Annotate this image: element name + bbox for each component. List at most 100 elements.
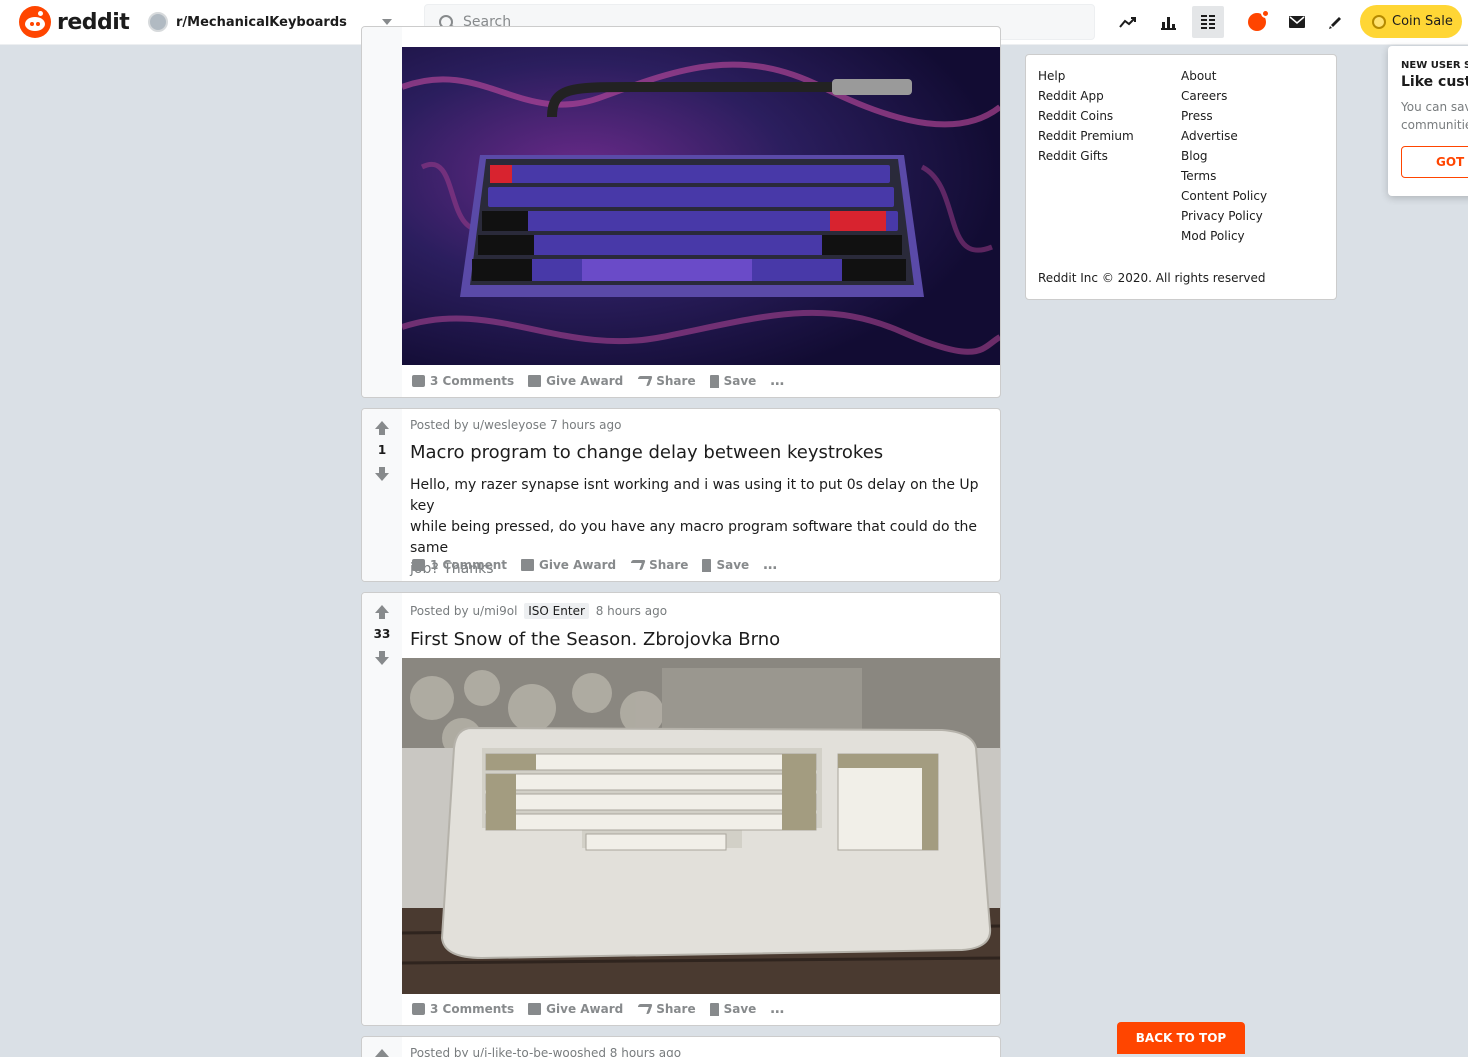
share-icon (635, 376, 654, 386)
popover-body-line: You can save (1401, 100, 1468, 114)
footer-link[interactable]: About (1181, 69, 1267, 83)
mail-icon[interactable] (1281, 6, 1313, 38)
save-label: Save (716, 558, 750, 572)
share-button[interactable]: Share (635, 1000, 697, 1018)
footer-link[interactable]: Advertise (1181, 129, 1267, 143)
footer-link[interactable]: Mod Policy (1181, 229, 1267, 243)
popover-body-line: communities (1401, 118, 1468, 132)
chat-icon[interactable] (1241, 6, 1273, 38)
post-meta: Posted by u/wesleyose 7 hours ago (410, 418, 622, 432)
award-label: Give Award (546, 374, 624, 388)
listing-view-icon[interactable] (1192, 6, 1224, 38)
back-to-top-button[interactable]: BACK TO TOP (1117, 1022, 1245, 1054)
bookmark-icon (709, 374, 719, 388)
gift-icon (521, 559, 535, 571)
comment-icon (412, 375, 425, 387)
pencil-icon[interactable] (1320, 6, 1352, 38)
got-it-button[interactable]: GOT I (1401, 146, 1468, 178)
popover-body: You can save communities (1401, 98, 1468, 134)
community-avatar-icon (148, 12, 168, 32)
footer-link[interactable]: Privacy Policy (1181, 209, 1267, 223)
post-author[interactable]: Posted by u/mi9ol (410, 604, 517, 618)
comments-button[interactable]: 3 Comments (410, 1000, 516, 1018)
gift-icon (528, 375, 542, 387)
vote-column: 1 (362, 409, 402, 581)
save-button[interactable]: Save (708, 372, 759, 390)
downvote-icon[interactable] (375, 467, 389, 481)
post-card[interactable]: 1 Posted by u/wesleyose 7 hours ago Macr… (361, 408, 1001, 582)
footer-links-card: Help Reddit App Reddit Coins Reddit Prem… (1025, 54, 1337, 300)
share-label: Share (649, 558, 689, 572)
footer-link[interactable]: Content Policy (1181, 189, 1267, 203)
footer-link[interactable]: Reddit Gifts (1038, 149, 1134, 163)
footer-links-col-1: Help Reddit App Reddit Coins Reddit Prem… (1038, 69, 1134, 163)
footer-link[interactable]: Reddit Premium (1038, 129, 1134, 143)
more-options-button[interactable]: … (761, 555, 780, 575)
user-flair: ISO Enter (524, 603, 589, 619)
share-icon (628, 560, 646, 570)
post-body-line: while being pressed, do you have any mac… (410, 519, 978, 556)
comments-label: 3 Comments (430, 1002, 515, 1016)
comments-button[interactable]: 3 Comments (410, 372, 516, 390)
footer-link[interactable]: Careers (1181, 89, 1267, 103)
footer-links-col-2: About Careers Press Advertise Blog Terms… (1181, 69, 1267, 243)
vote-column: 33 (362, 593, 402, 1025)
coin-sale-button[interactable]: Coin Sale (1360, 5, 1462, 38)
comments-button[interactable]: 1 Comment (410, 556, 509, 574)
share-button[interactable]: Share (635, 372, 697, 390)
notification-dot (1261, 9, 1270, 18)
coin-icon (1372, 14, 1386, 29)
upvote-icon[interactable] (375, 421, 389, 435)
upvote-icon[interactable] (375, 1049, 389, 1057)
comments-label: 3 Comments (430, 374, 515, 388)
stats-icon[interactable] (1152, 6, 1184, 38)
share-label: Share (656, 374, 696, 388)
save-label: Save (723, 374, 757, 388)
save-button[interactable]: Save (700, 556, 751, 574)
bookmark-icon (709, 1002, 719, 1016)
post-card[interactable]: Posted by u/i-like-to-be-wooshed 8 hours… (361, 1036, 1001, 1057)
post-card[interactable]: 33 Posted by u/mi9ol ISO Enter 8 hours a… (361, 592, 1001, 1026)
bookmark-icon (702, 558, 712, 572)
give-award-button[interactable]: Give Award (519, 556, 618, 574)
post-card[interactable]: 3 Comments Give Award Share Save … (361, 26, 1001, 398)
popover-kicker: NEW USER SI (1401, 60, 1468, 71)
snoo-icon (19, 6, 51, 38)
post-actions: 3 Comments Give Award Share Save … (410, 371, 787, 391)
post-meta: Posted by u/mi9ol ISO Enter 8 hours ago (410, 603, 668, 619)
post-image[interactable] (402, 658, 1000, 994)
award-label: Give Award (539, 558, 617, 572)
chevron-down-icon (382, 19, 392, 25)
post-actions: 3 Comments Give Award Share Save … (410, 999, 787, 1019)
footer-link[interactable]: Press (1181, 109, 1267, 123)
footer-link[interactable]: Reddit App (1038, 89, 1134, 103)
vote-column (362, 1037, 402, 1057)
comment-icon (412, 1003, 425, 1015)
more-options-button[interactable]: … (768, 999, 787, 1019)
new-user-popover: NEW USER SI Like custom You can save com… (1388, 46, 1468, 196)
coin-sale-label: Coin Sale (1392, 14, 1453, 29)
footer-link[interactable]: Help (1038, 69, 1134, 83)
footer-link[interactable]: Terms (1181, 169, 1267, 183)
save-button[interactable]: Save (708, 1000, 759, 1018)
post-timestamp: 8 hours ago (595, 604, 668, 618)
give-award-button[interactable]: Give Award (526, 372, 625, 390)
trending-icon[interactable] (1112, 6, 1144, 38)
post-title[interactable]: Macro program to change delay between ke… (410, 442, 883, 463)
post-image[interactable] (402, 47, 1000, 365)
post-actions: 1 Comment Give Award Share Save … (410, 555, 780, 575)
logo-wordmark: reddit (57, 9, 130, 35)
footer-link[interactable]: Reddit Coins (1038, 109, 1134, 123)
reddit-logo[interactable]: reddit (19, 6, 130, 38)
award-label: Give Award (546, 1002, 624, 1016)
upvote-icon[interactable] (375, 605, 389, 619)
more-options-button[interactable]: … (768, 371, 787, 391)
popover-title: Like custom (1401, 74, 1468, 90)
post-title[interactable]: First Snow of the Season. Zbrojovka Brno (410, 629, 780, 650)
footer-link[interactable]: Blog (1181, 149, 1267, 163)
share-icon (635, 1004, 654, 1014)
give-award-button[interactable]: Give Award (526, 1000, 625, 1018)
vote-score: 1 (377, 443, 387, 457)
downvote-icon[interactable] (375, 651, 389, 665)
share-button[interactable]: Share (628, 556, 690, 574)
